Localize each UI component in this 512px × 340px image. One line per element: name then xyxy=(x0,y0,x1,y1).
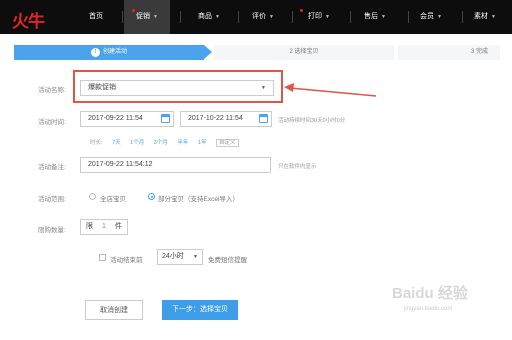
step-progress: 2 选择宝贝 3 完成 1 创建活动 xyxy=(14,45,500,60)
quick-duration-option[interactable]: 1年 xyxy=(198,140,207,146)
activity-scope-label: 活动范围: xyxy=(38,196,66,203)
limit-value: 1 xyxy=(101,223,106,230)
nav-item-aftersale[interactable]: 售后 ▼ xyxy=(352,0,398,34)
activity-time-label: 活动时间: xyxy=(38,119,66,126)
watermark-logo: Baidu 经验 jingyan.baidu.com xyxy=(392,282,502,322)
nav-divider xyxy=(122,11,123,23)
end-time-input[interactable]: 2017-10-22 11:54 xyxy=(180,111,272,127)
quick-duration-row: 时长: 7天 1个月 3个月 半年 1年 自定义 xyxy=(90,138,247,147)
scope-all-label[interactable]: 全店宝贝 xyxy=(100,193,126,203)
nav-label: 售后 xyxy=(364,13,379,20)
remind-checkbox[interactable] xyxy=(99,254,106,261)
purchase-limit-input[interactable]: 限 1 件 xyxy=(80,219,128,235)
nav-label: 促销 xyxy=(136,13,151,20)
quick-duration-prefix: 时长: xyxy=(90,140,103,146)
chevron-down-icon: ▼ xyxy=(437,14,442,20)
quick-duration-option[interactable]: 7天 xyxy=(112,140,121,146)
nav-divider xyxy=(238,11,239,23)
brand-logo[interactable]: 火牛 xyxy=(12,7,52,32)
remind-hint: 免费短信提醒 xyxy=(208,257,247,264)
nav-label: 素材 xyxy=(474,13,489,20)
nav-label: 会员 xyxy=(420,13,435,20)
watermark-sub: jingyan.baidu.com xyxy=(404,306,453,312)
note-hint: 只在软件内显示 xyxy=(278,164,317,170)
activity-name-label: 活动名称: xyxy=(38,87,66,94)
nav-label: 商品 xyxy=(198,13,213,20)
chevron-down-icon: ▼ xyxy=(325,14,330,20)
nav-item-products[interactable]: 商品 ▼ xyxy=(186,0,232,34)
step-arrow xyxy=(204,45,212,59)
remind-label: 活动结束前 xyxy=(110,257,143,264)
step-label: 3 完成 xyxy=(470,49,488,55)
quick-duration-option[interactable]: 3个月 xyxy=(154,140,168,146)
step-number: 1 xyxy=(90,48,100,57)
nav-divider xyxy=(350,11,351,23)
purchase-limit-label: 限购数量: xyxy=(38,227,66,234)
quick-duration-option[interactable]: 1个月 xyxy=(130,140,144,146)
quick-duration-option[interactable]: 半年 xyxy=(177,140,188,146)
nav-divider xyxy=(292,11,293,23)
cancel-create-button[interactable]: 取消创建 xyxy=(85,300,143,320)
start-time-input[interactable]: 2017-09-22 11:54 xyxy=(80,111,174,127)
chevron-down-icon: ▼ xyxy=(153,14,158,20)
nav-item-reviews[interactable]: 评价 ▼ xyxy=(240,0,286,34)
activity-note-value: 2017-09-22 11:54:12 xyxy=(88,161,153,168)
chevron-down-icon: ▼ xyxy=(215,14,220,20)
step-label: 创建活动 xyxy=(102,49,127,55)
nav-label: 首页 xyxy=(89,13,103,20)
remind-time-select[interactable]: 24小时 ▼ xyxy=(157,249,203,265)
nav-item-promotion[interactable]: 促销 ▼ xyxy=(124,0,170,34)
chevron-down-icon: ▼ xyxy=(491,14,496,20)
new-dot-indicator xyxy=(300,9,303,12)
scope-part-radio[interactable] xyxy=(148,193,155,200)
new-dot-indicator xyxy=(132,9,135,12)
limit-prefix: 限 xyxy=(86,223,93,230)
start-time-value: 2017-09-22 11:54 xyxy=(88,115,143,122)
remind-time-value: 24小时 xyxy=(162,253,184,260)
activity-note-label: 活动备注: xyxy=(38,164,66,171)
annotation-arrow xyxy=(284,83,377,97)
highlight-box xyxy=(73,70,283,103)
duration-hint: 活动持续时间30天0小时0分 xyxy=(278,118,346,124)
step-label: 2 选择宝贝 xyxy=(289,49,319,55)
top-nav-bar: 火牛 首页 促销 ▼ 商品 ▼ 评价 ▼ 打印 ▼ 售后 ▼ 会员 ▼ 素材 ▼ xyxy=(0,0,512,34)
limit-suffix: 件 xyxy=(114,223,122,230)
nav-divider xyxy=(180,11,181,23)
watermark-text: Baidu 经验 xyxy=(392,285,468,302)
end-time-value: 2017-10-22 11:54 xyxy=(188,115,243,122)
calendar-icon[interactable] xyxy=(259,114,268,123)
scope-part-label[interactable]: 部分宝贝（支持Excel导入） xyxy=(158,193,239,203)
nav-item-home[interactable]: 首页 xyxy=(78,0,114,34)
step-complete: 3 完成 xyxy=(398,45,500,60)
step-select-items: 2 选择宝贝 xyxy=(214,45,394,60)
nav-item-members[interactable]: 会员 ▼ xyxy=(408,0,454,34)
calendar-icon[interactable] xyxy=(161,114,170,123)
scope-all-radio[interactable] xyxy=(89,193,96,200)
chevron-down-icon: ▼ xyxy=(193,254,198,260)
custom-duration-button[interactable]: 自定义 xyxy=(215,139,239,147)
chevron-down-icon: ▼ xyxy=(381,14,386,20)
activity-note-input[interactable]: 2017-09-22 11:54:12 xyxy=(80,157,271,173)
nav-label: 评价 xyxy=(252,13,267,20)
step-create-activity: 1 创建活动 xyxy=(14,45,204,60)
next-step-button[interactable]: 下一步：选择宝贝 xyxy=(162,300,238,320)
nav-item-materials[interactable]: 素材 ▼ xyxy=(462,0,508,34)
nav-item-print[interactable]: 打印 ▼ xyxy=(296,0,342,34)
nav-label: 打印 xyxy=(308,13,323,20)
chevron-down-icon: ▼ xyxy=(269,14,274,20)
